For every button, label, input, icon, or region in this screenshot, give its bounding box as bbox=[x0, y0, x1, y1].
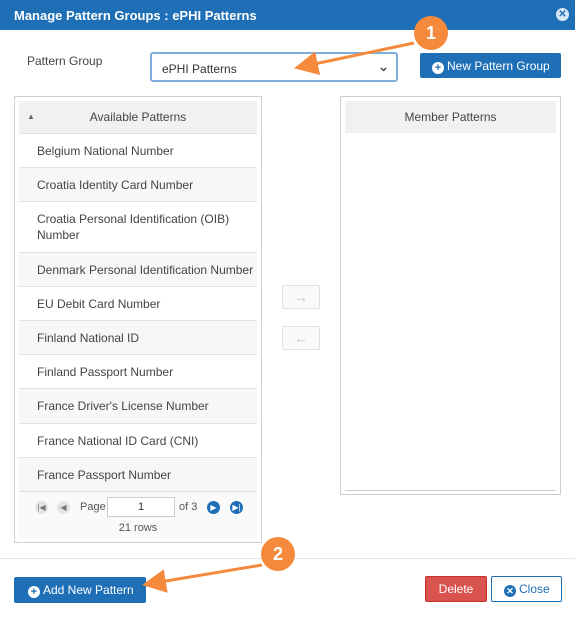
next-page-icon[interactable]: ▶ bbox=[207, 501, 220, 514]
move-left-button[interactable]: ← bbox=[282, 326, 320, 350]
list-item[interactable]: France Passport Number bbox=[19, 457, 257, 491]
page-label: Page bbox=[80, 501, 106, 513]
add-new-pattern-button[interactable]: + Add New Pattern bbox=[14, 577, 146, 603]
list-item[interactable]: Finland Passport Number bbox=[19, 354, 257, 388]
chevron-down-icon: ⌄ bbox=[378, 59, 389, 74]
arrow-left-icon: ← bbox=[294, 330, 308, 346]
page-number-input[interactable]: 1 bbox=[107, 497, 175, 517]
available-patterns-list: Belgium National Number Croatia Identity… bbox=[19, 133, 257, 491]
pattern-group-label: Pattern Group bbox=[27, 54, 103, 68]
list-item[interactable]: France Driver's License Number bbox=[19, 388, 257, 423]
list-item[interactable]: Denmark Personal Identification Number bbox=[19, 252, 257, 286]
list-item[interactable]: Belgium National Number bbox=[19, 133, 257, 167]
member-patterns-header[interactable]: Member Patterns bbox=[345, 101, 556, 133]
available-patterns-header[interactable]: ▲ Available Patterns bbox=[19, 101, 257, 133]
list-item[interactable]: Croatia Personal Identification (OIB) Nu… bbox=[19, 201, 257, 252]
new-pattern-group-button[interactable]: + New Pattern Group bbox=[420, 53, 561, 78]
plus-circle-icon: + bbox=[28, 586, 40, 598]
move-right-button[interactable]: → bbox=[282, 285, 320, 309]
list-item[interactable]: EU Debit Card Number bbox=[19, 286, 257, 320]
previous-page-icon[interactable]: ◀ bbox=[57, 501, 70, 514]
callout-badge-1: 1 bbox=[414, 16, 448, 50]
plus-circle-icon: + bbox=[432, 62, 444, 74]
dialog-title: Manage Pattern Groups : ePHI Patterns bbox=[14, 8, 257, 23]
add-new-pattern-label: Add New Pattern bbox=[43, 583, 134, 597]
available-patterns-header-label: Available Patterns bbox=[89, 110, 187, 124]
member-list-divider bbox=[345, 490, 556, 491]
pattern-group-select[interactable]: ePHI Patterns ⌄ bbox=[150, 52, 398, 82]
page-total-label: of 3 bbox=[179, 501, 198, 513]
member-patterns-header-label: Member Patterns bbox=[404, 110, 497, 124]
pagination-bar: |◀ ◀ Page 1 of 3 ▶ ▶| 21 rows bbox=[19, 491, 257, 539]
close-circle-icon: ✕ bbox=[504, 585, 516, 597]
callout-badge-2: 2 bbox=[261, 537, 295, 571]
arrow-right-icon: → bbox=[294, 289, 308, 305]
callout-2-arrow bbox=[142, 563, 263, 593]
list-item[interactable]: Croatia Identity Card Number bbox=[19, 167, 257, 201]
pattern-group-selected-value: ePHI Patterns bbox=[162, 62, 237, 76]
list-item[interactable]: France National ID Card (CNI) bbox=[19, 423, 257, 457]
row-count: 21 rows bbox=[118, 522, 158, 534]
list-item[interactable]: Finland National ID bbox=[19, 320, 257, 354]
dialog-titlebar: Manage Pattern Groups : ePHI Patterns ✕ bbox=[0, 0, 575, 30]
available-patterns-panel: ▲ Available Patterns Belgium National Nu… bbox=[14, 96, 262, 543]
dialog-close-icon[interactable]: ✕ bbox=[556, 8, 569, 21]
close-button[interactable]: ✕ Close bbox=[491, 576, 562, 602]
last-page-icon[interactable]: ▶| bbox=[230, 501, 243, 514]
first-page-icon[interactable]: |◀ bbox=[35, 501, 48, 514]
delete-button[interactable]: Delete bbox=[425, 576, 487, 602]
member-patterns-panel: Member Patterns bbox=[340, 96, 561, 495]
sort-ascending-icon: ▲ bbox=[27, 112, 35, 121]
close-button-label: Close bbox=[519, 582, 550, 596]
new-pattern-group-label: New Pattern Group bbox=[447, 59, 550, 73]
